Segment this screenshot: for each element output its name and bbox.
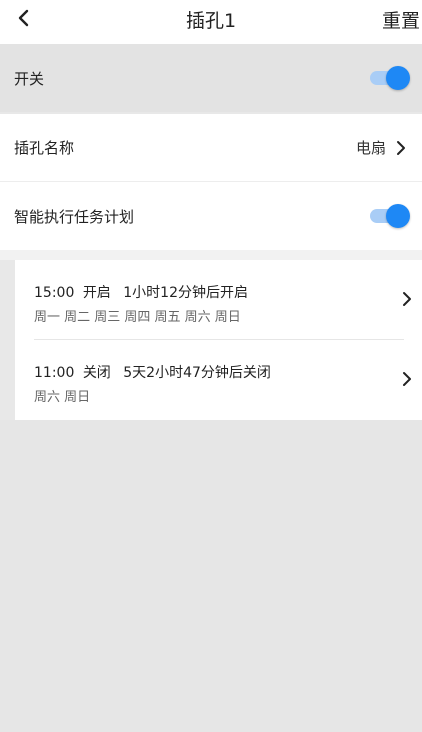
schedule-item[interactable]: 11:00 关闭 5天2小时47分钟后关闭 周六 周日 xyxy=(15,340,422,418)
smart-schedule-label: 智能执行任务计划 xyxy=(14,207,135,226)
reset-button[interactable]: 重置 xyxy=(382,6,420,33)
smart-schedule-row: 智能执行任务计划 xyxy=(0,182,422,250)
page-title: 插孔1 xyxy=(185,10,237,32)
power-switch-row: 开关 xyxy=(0,44,422,112)
socket-name-label: 插孔名称 xyxy=(14,139,75,157)
chevron-right-icon xyxy=(397,140,405,155)
schedule-countdown: 1小时12分钟后开启 xyxy=(123,285,248,301)
schedule-countdown: 5天2小时47分钟后关闭 xyxy=(123,365,271,381)
empty-area xyxy=(0,420,422,732)
chevron-right-icon xyxy=(403,372,411,386)
schedule-summary: 15:00 开启 1小时12分钟后开启 xyxy=(34,282,248,302)
schedule-time: 11:00 xyxy=(34,365,75,381)
schedule-days: 周一 周二 周三 周四 周五 周六 周日 xyxy=(34,310,241,325)
socket-name-row[interactable]: 插孔名称 电扇 xyxy=(0,114,422,182)
section-gap xyxy=(0,250,422,260)
schedule-action: 关闭 xyxy=(82,365,111,381)
power-switch-label: 开关 xyxy=(14,69,45,88)
chevron-right-icon xyxy=(403,292,411,306)
schedule-days: 周六 周日 xyxy=(34,390,91,405)
smart-schedule-toggle[interactable] xyxy=(370,203,410,229)
schedule-list: 15:00 开启 1小时12分钟后开启 周一 周二 周三 周四 周五 周六 周日… xyxy=(15,260,422,420)
power-toggle-knob xyxy=(386,66,410,90)
schedule-item[interactable]: 15:00 开启 1小时12分钟后开启 周一 周二 周三 周四 周五 周六 周日 xyxy=(15,260,422,338)
power-toggle[interactable] xyxy=(370,65,410,91)
schedule-action: 开启 xyxy=(82,285,111,301)
smart-toggle-knob xyxy=(386,204,410,228)
schedule-summary: 11:00 关闭 5天2小时47分钟后关闭 xyxy=(34,362,271,382)
top-nav-bar: 插孔1 重置 xyxy=(0,0,422,44)
schedule-time: 15:00 xyxy=(34,285,75,301)
socket-name-value: 电扇 xyxy=(355,139,386,157)
